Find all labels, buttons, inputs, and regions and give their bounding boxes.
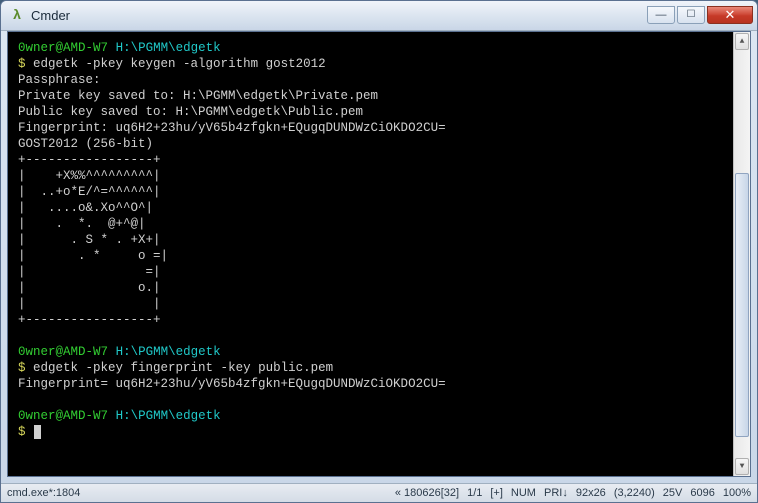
randomart-line: | ....o&.Xo^^O^| (18, 201, 153, 215)
status-mem: 6096 (690, 487, 714, 499)
status-block: « 180626[32] (395, 487, 459, 499)
command-line: edgetk -pkey fingerprint -key public.pem (33, 361, 333, 375)
output-line: Fingerprint: uq6H2+23hu/yV65b4zfgkn+EQug… (18, 121, 446, 135)
status-tabs: 1/1 (467, 487, 482, 499)
output-line: Public key saved to: H:\PGMM\edgetk\Publ… (18, 105, 363, 119)
output-line: GOST2012 (256-bit) (18, 137, 153, 151)
cursor (34, 425, 41, 439)
app-window: λ Cmder — ☐ ✕ 0wner@AMD-W7 H:\PGMM\edget… (0, 0, 758, 503)
randomart-line: | . * o =| (18, 249, 168, 263)
randomart-line: | . S * . +X+| (18, 233, 161, 247)
close-button[interactable]: ✕ (707, 6, 753, 24)
maximize-button[interactable]: ☐ (677, 6, 705, 24)
prompt-user: 0wner (18, 41, 56, 55)
status-pct: 100% (723, 487, 751, 499)
prompt-symbol: $ (18, 57, 26, 71)
scroll-up-button[interactable]: ▲ (735, 33, 749, 50)
terminal[interactable]: 0wner@AMD-W7 H:\PGMM\edgetk $ edgetk -pk… (8, 32, 733, 476)
randomart-line: +-----------------+ (18, 313, 161, 327)
prompt-symbol: $ (18, 425, 26, 439)
command-line: edgetk -pkey keygen -algorithm gost2012 (33, 57, 326, 71)
status-vt: 25V (663, 487, 683, 499)
titlebar[interactable]: λ Cmder — ☐ ✕ (1, 1, 757, 31)
randomart-line: | . *. @+^@| (18, 217, 146, 231)
status-numlock: NUM (511, 487, 536, 499)
status-plus[interactable]: [+] (490, 487, 503, 499)
prompt-path: H:\PGMM\edgetk (116, 409, 221, 423)
prompt-user: 0wner (18, 345, 56, 359)
prompt-symbol: $ (18, 361, 26, 375)
status-process[interactable]: cmd.exe*:1804 (7, 487, 80, 499)
randomart-line: | | (18, 297, 161, 311)
output-line: Passphrase: (18, 73, 101, 87)
randomart-line: | ..+o*E/^=^^^^^^| (18, 185, 161, 199)
randomart-line: | o.| (18, 281, 161, 295)
randomart-line: | =| (18, 265, 161, 279)
prompt-host: AMD-W7 (63, 41, 108, 55)
scroll-down-button[interactable]: ▼ (735, 458, 749, 475)
scrollbar[interactable]: ▲ ▼ (733, 32, 750, 476)
status-size: 92x26 (576, 487, 606, 499)
minimize-button[interactable]: — (647, 6, 675, 24)
status-priority: PRI↓ (544, 487, 568, 499)
randomart-line: +-----------------+ (18, 153, 161, 167)
scroll-thumb[interactable] (735, 173, 749, 437)
randomart-line: | +X%%^^^^^^^^^| (18, 169, 161, 183)
output-line: Private key saved to: H:\PGMM\edgetk\Pri… (18, 89, 378, 103)
prompt-path: H:\PGMM\edgetk (116, 345, 221, 359)
scroll-track[interactable] (734, 51, 750, 457)
window-controls: — ☐ ✕ (647, 8, 753, 24)
status-cursor-pos: (3,2240) (614, 487, 655, 499)
client-area: 0wner@AMD-W7 H:\PGMM\edgetk $ edgetk -pk… (7, 31, 751, 477)
prompt-user: 0wner (18, 409, 56, 423)
window-title: Cmder (31, 8, 647, 23)
app-icon: λ (9, 8, 25, 24)
output-line: Fingerprint= uq6H2+23hu/yV65b4zfgkn+EQug… (18, 377, 446, 391)
prompt-path: H:\PGMM\edgetk (116, 41, 221, 55)
status-bar: cmd.exe*:1804 « 180626[32] 1/1 [+] NUM P… (1, 483, 757, 502)
prompt-host: AMD-W7 (63, 409, 108, 423)
prompt-host: AMD-W7 (63, 345, 108, 359)
